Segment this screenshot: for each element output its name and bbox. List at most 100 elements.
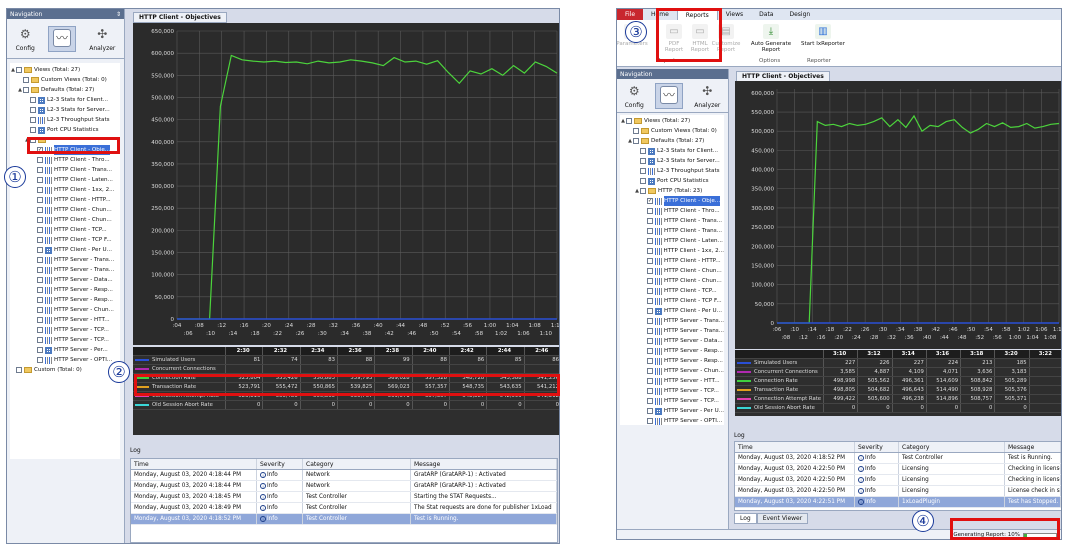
tree-checkbox[interactable] [30,117,36,123]
pin-icon[interactable]: ⇕ [116,11,121,18]
ribbon-button[interactable]: ▥ Start IxReporter [801,24,845,47]
log-table[interactable]: Time Severity Category Message Monday, Augus… [130,458,558,543]
log-row[interactable]: Monday, August 03, 2020 4:22:50 PM i Info L… [735,486,1061,497]
tree-checkbox[interactable] [16,67,22,73]
tree-node[interactable]: Custom Views (Total: 0) [10,75,120,85]
tree-node[interactable]: HTTP Server - Resp... [620,346,724,356]
tree-checkbox[interactable] [647,348,653,354]
tree-node[interactable]: HTTP Client - HTTP... [620,256,724,266]
tree-node[interactable]: HTTP Client - Obje... [620,196,724,206]
tree-checkbox[interactable] [647,358,653,364]
tree-node[interactable]: L2-3 Throughput Stats [620,166,724,176]
tree-checkbox[interactable] [647,288,653,294]
tree-checkbox[interactable] [37,317,43,323]
ribbon-tab-file[interactable]: File [617,9,644,20]
tree-node[interactable]: HTTP Server - Per U... [620,406,724,416]
tree-node[interactable]: L2-3 Stats for Server... [620,156,724,166]
log-column-header[interactable]: Severity [257,459,303,469]
tree-node[interactable]: HTTP Client - Laten... [10,175,120,185]
tree-checkbox[interactable] [647,208,653,214]
log-column-header[interactable]: Message [411,459,557,469]
log-table-right[interactable]: Time Severity Category Message Monday, Augus… [734,441,1061,511]
tree-node[interactable]: HTTP Server - Resp... [10,285,120,295]
tree-node[interactable]: HTTP Server - TCP... [10,325,120,335]
tree-checkbox[interactable] [647,218,653,224]
tree-checkbox[interactable] [37,197,43,203]
tree-checkbox[interactable] [647,338,653,344]
tree-checkbox[interactable] [647,368,653,374]
tree-checkbox[interactable] [646,248,653,254]
tree-checkbox[interactable] [647,258,653,264]
tree-node[interactable]: HTTP Client - Trans... [620,226,724,236]
log-column-header[interactable]: Category [899,442,1005,452]
tree-checkbox[interactable] [640,188,646,194]
log-row[interactable]: Monday, August 03, 2020 4:22:50 PM i Info L… [735,475,1061,486]
tree-checkbox[interactable] [37,257,43,263]
log-row[interactable]: Monday, August 03, 2020 4:18:44 PM i Info N… [131,470,557,481]
ribbon-tab-data[interactable]: Data [751,9,781,20]
tree-checkbox[interactable] [23,77,29,83]
tree-node[interactable]: ▲ Views (Total: 27) [10,65,120,75]
tree-node[interactable]: HTTP Client - Trans... [620,216,724,226]
tree-node[interactable]: HTTP Client - Laten... [620,236,724,246]
tree-checkbox[interactable] [647,398,653,404]
tree-checkbox[interactable] [640,178,646,184]
stats-row[interactable]: Simulated Users 81 74 83 88 99 88 86 85 86 [133,356,559,365]
tree-node[interactable]: HTTP Server - Trans... [620,316,724,326]
tree-checkbox[interactable] [647,268,653,274]
tree-checkbox[interactable] [37,347,43,353]
tree-checkbox[interactable] [37,227,43,233]
bottom-tab[interactable]: Event Viewer [756,513,809,524]
log-column-header[interactable]: Severity [855,442,899,452]
tree-checkbox[interactable] [626,118,632,124]
tree-checkbox[interactable] [647,228,653,234]
tree-checkbox[interactable] [647,298,653,304]
views-tree[interactable]: ▲ Views (Total: 27) Custom Views (Total: 0… [10,63,120,459]
views-tree-right[interactable]: ▲ Views (Total: 27) Custom Views (Total: 0… [620,115,724,425]
tree-node[interactable]: HTTP Server - OPTI... [620,416,724,425]
stats-row[interactable]: Old Session Abort Rate 0 0 0 0 0 0 0 0 0 [133,401,559,410]
tree-node[interactable]: HTTP Client - Per U... [10,245,120,255]
tree-node[interactable]: HTTP Server - Trans... [10,265,120,275]
tree-checkbox[interactable] [640,158,646,164]
log-row[interactable]: Monday, August 03, 2020 4:18:52 PM i Info T… [131,514,557,525]
tree-node[interactable]: HTTP Client - 1xx, 2... [620,246,724,256]
tree-checkbox[interactable] [640,168,646,174]
log-row[interactable]: Monday, August 03, 2020 4:18:44 PM i Info N… [131,481,557,492]
tree-node[interactable]: HTTP Server - Chun... [620,366,724,376]
tree-node[interactable]: HTTP Server - TCP... [620,396,724,406]
tree-checkbox[interactable] [37,277,43,283]
log-row[interactable]: Monday, August 03, 2020 4:18:45 PM i Info T… [131,492,557,503]
stats-row[interactable]: Concurrent Connections 3,585 4,887 4,109 4,0… [735,368,1061,377]
tree-node[interactable]: HTTP Client - Trans... [10,165,120,175]
tree-checkbox[interactable] [37,157,43,163]
tree-node[interactable]: HTTP Client - TCP... [620,286,724,296]
tree-checkbox[interactable] [37,237,43,243]
tree-node[interactable]: HTTP Server - HTT... [620,376,724,386]
tree-node[interactable]: HTTP Server - TCP... [10,335,120,345]
tree-node[interactable]: HTTP Client - Chun... [620,276,724,286]
tree-node[interactable]: HTTP Server - TCP... [620,386,724,396]
ribbon-tab-views[interactable]: Views [718,9,751,20]
tree-checkbox[interactable] [37,337,43,343]
tree-node[interactable]: ▲ Views (Total: 27) [620,116,724,126]
tree-checkbox[interactable] [37,167,43,173]
tree-checkbox[interactable] [37,267,43,273]
tree-node[interactable]: HTTP Server - HTT... [10,315,120,325]
tree-node[interactable]: HTTP Server - Chun... [10,305,120,315]
tree-checkbox[interactable] [647,278,653,284]
tree-checkbox[interactable] [647,378,653,384]
tree-node[interactable]: Port CPU Statistics [620,176,724,186]
tree-checkbox[interactable] [30,107,36,113]
tree-checkbox[interactable] [37,297,43,303]
tree-node[interactable]: HTTP Client - TCP F... [620,296,724,306]
stats-row[interactable]: Connection Attempt Rate 499,422 505,600 496… [735,395,1061,404]
tree-node[interactable]: HTTP Server - Per... [10,345,120,355]
stats-row[interactable]: Connection Rate 498,998 505,562 496,361 514,… [735,377,1061,386]
ribbon-tab-design[interactable]: Design [781,9,818,20]
tree-checkbox[interactable] [633,128,639,134]
tree-node[interactable]: HTTP Server - OPTI... [10,355,120,365]
view-tab-title[interactable]: HTTP Client - Objectives [133,12,227,23]
bottom-tab[interactable]: Log [734,513,757,524]
tree-checkbox[interactable] [37,287,43,293]
